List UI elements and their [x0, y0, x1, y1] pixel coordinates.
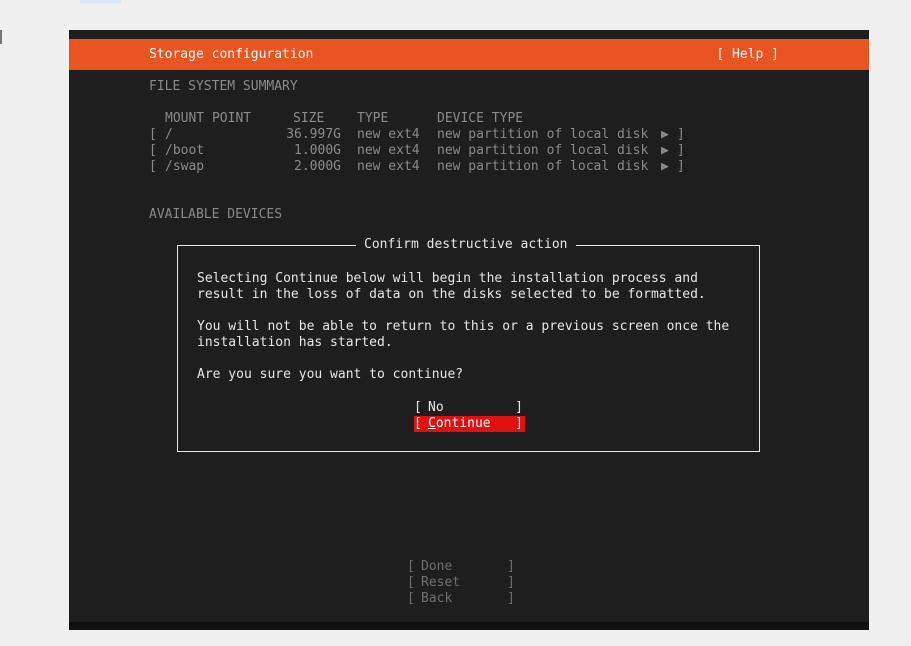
row-mount-point: /	[165, 127, 173, 142]
reset-button-close-bracket: ]	[507, 575, 515, 590]
back-button-open-bracket: [	[407, 591, 415, 606]
dialog-question: Are you sure you want to continue?	[197, 367, 464, 382]
dialog-message-line: installation has started.	[197, 335, 393, 350]
page-title: Storage configuration	[149, 47, 314, 62]
row-device-type: new partition of local disk	[437, 159, 649, 174]
no-button-open-bracket: [	[414, 400, 422, 415]
row-device-type: new partition of local disk	[437, 143, 649, 158]
filesystem-row[interactable]: [ /boot 1.000G new ext4 new partition of…	[149, 143, 709, 159]
help-button[interactable]: [ Help ]	[716, 47, 779, 62]
back-button[interactable]: [ Back ]	[407, 591, 517, 607]
row-size: 2.000G	[294, 159, 341, 174]
dialog-title: Confirm destructive action	[356, 237, 576, 253]
row-open-bracket: [	[149, 143, 157, 158]
row-open-bracket: [	[149, 127, 157, 142]
dialog-message-line: result in the loss of data on the disks …	[197, 287, 706, 302]
done-button-open-bracket: [	[407, 559, 415, 574]
row-close-bracket: ]	[677, 143, 685, 158]
row-mount-point: /boot	[165, 143, 205, 158]
row-expand-arrow-icon: ▶	[661, 159, 669, 174]
back-button-close-bracket: ]	[507, 591, 515, 606]
row-open-bracket: [	[149, 159, 157, 174]
column-header-size: SIZE	[293, 111, 325, 126]
done-button-label: Done	[421, 559, 453, 574]
window-tab-highlight	[80, 0, 121, 3]
terminal-bottom-edge	[69, 622, 869, 630]
column-header-mount-point: MOUNT POINT	[165, 111, 252, 126]
row-close-bracket: ]	[677, 159, 685, 174]
filesystem-row[interactable]: [ / 36.997G new ext4 new partition of lo…	[149, 127, 709, 143]
available-devices-heading: AVAILABLE DEVICES	[149, 207, 283, 222]
continue-button-label: Continue	[428, 416, 491, 432]
no-button[interactable]: [ No ]	[414, 400, 525, 416]
reset-button-open-bracket: [	[407, 575, 415, 590]
continue-button-label-rest: ontinue	[435, 416, 491, 431]
row-expand-arrow-icon: ▶	[661, 127, 669, 142]
row-size: 36.997G	[286, 127, 341, 142]
window-edge	[0, 30, 2, 44]
continue-button-hotkey: C	[428, 416, 436, 431]
row-mount-point: /swap	[165, 159, 205, 174]
column-header-device-type: DEVICE TYPE	[437, 111, 524, 126]
reset-button[interactable]: [ Reset ]	[407, 575, 517, 591]
installer-terminal: Storage configuration [ Help ] FILE SYST…	[69, 30, 869, 630]
continue-button-close-bracket: ]	[515, 416, 523, 431]
header-bar: Storage configuration [ Help ]	[69, 39, 869, 70]
done-button[interactable]: [ Done ]	[407, 559, 517, 575]
dialog-message-line: You will not be able to return to this o…	[197, 319, 730, 334]
back-button-label: Back	[421, 591, 453, 606]
row-close-bracket: ]	[677, 127, 685, 142]
dialog-message-line: Selecting Continue below will begin the …	[197, 271, 698, 286]
continue-button[interactable]: [ Continue ]	[414, 416, 525, 432]
row-type: new ext4	[357, 127, 420, 142]
row-expand-arrow-icon: ▶	[661, 143, 669, 158]
row-type: new ext4	[357, 159, 420, 174]
no-button-close-bracket: ]	[515, 400, 523, 415]
column-header-type: TYPE	[357, 111, 389, 126]
no-button-label: No	[428, 400, 444, 415]
row-type: new ext4	[357, 143, 420, 158]
file-system-summary-heading: FILE SYSTEM SUMMARY	[149, 79, 298, 94]
row-device-type: new partition of local disk	[437, 127, 649, 142]
confirm-dialog: Confirm destructive action Selecting Con…	[177, 237, 760, 452]
reset-button-label: Reset	[421, 575, 461, 590]
filesystem-row[interactable]: [ /swap 2.000G new ext4 new partition of…	[149, 159, 709, 175]
row-size: 1.000G	[294, 143, 341, 158]
done-button-close-bracket: ]	[507, 559, 515, 574]
continue-button-open-bracket: [	[414, 416, 422, 431]
